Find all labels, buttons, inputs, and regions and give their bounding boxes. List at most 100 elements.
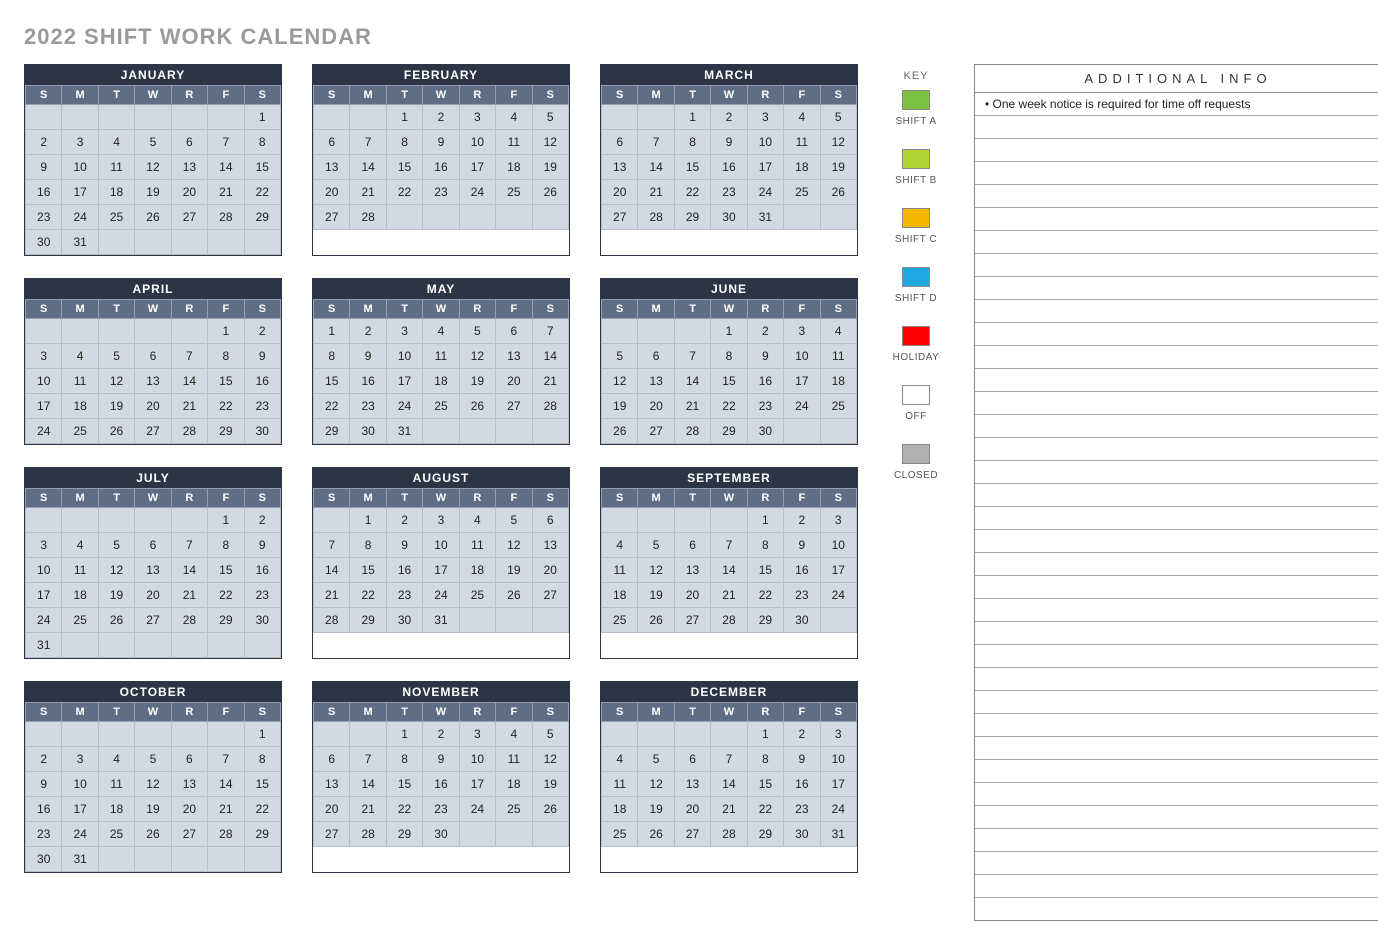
calendar-day-cell[interactable]: 26 [638,608,674,633]
info-row[interactable] [975,231,1378,254]
calendar-day-cell[interactable]: 24 [820,583,856,608]
calendar-day-cell[interactable]: 25 [62,608,98,633]
calendar-day-cell[interactable]: 6 [171,747,207,772]
info-row[interactable] [975,346,1378,369]
calendar-day-cell[interactable] [459,822,495,847]
calendar-day-cell[interactable]: 30 [784,822,820,847]
calendar-day-cell[interactable]: 21 [532,369,568,394]
calendar-day-cell[interactable]: 11 [423,344,459,369]
info-row[interactable] [975,898,1378,920]
calendar-day-cell[interactable]: 27 [602,205,638,230]
calendar-day-cell[interactable]: 9 [386,533,422,558]
calendar-day-cell[interactable]: 11 [602,558,638,583]
calendar-day-cell[interactable]: 18 [98,797,134,822]
calendar-day-cell[interactable]: 25 [784,180,820,205]
calendar-day-cell[interactable] [135,319,171,344]
calendar-day-cell[interactable]: 1 [674,105,710,130]
calendar-day-cell[interactable]: 15 [747,772,783,797]
calendar-day-cell[interactable]: 15 [314,369,350,394]
calendar-day-cell[interactable]: 10 [386,344,422,369]
calendar-day-cell[interactable]: 28 [638,205,674,230]
calendar-day-cell[interactable] [98,633,134,658]
calendar-day-cell[interactable]: 8 [747,533,783,558]
calendar-day-cell[interactable]: 8 [208,344,244,369]
calendar-day-cell[interactable]: 2 [244,319,280,344]
calendar-day-cell[interactable]: 14 [350,155,386,180]
calendar-day-cell[interactable]: 9 [423,130,459,155]
calendar-day-cell[interactable] [638,319,674,344]
calendar-day-cell[interactable]: 11 [784,130,820,155]
calendar-day-cell[interactable] [820,608,856,633]
calendar-day-cell[interactable]: 26 [532,797,568,822]
calendar-day-cell[interactable]: 18 [602,583,638,608]
calendar-day-cell[interactable] [496,822,532,847]
calendar-day-cell[interactable]: 7 [532,319,568,344]
calendar-day-cell[interactable]: 5 [98,533,134,558]
calendar-day-cell[interactable]: 25 [496,797,532,822]
calendar-day-cell[interactable]: 19 [459,369,495,394]
calendar-day-cell[interactable] [244,230,280,255]
calendar-day-cell[interactable]: 16 [26,797,62,822]
calendar-day-cell[interactable]: 12 [98,558,134,583]
calendar-day-cell[interactable]: 21 [350,180,386,205]
calendar-day-cell[interactable]: 28 [532,394,568,419]
calendar-day-cell[interactable] [98,722,134,747]
calendar-day-cell[interactable] [638,722,674,747]
calendar-day-cell[interactable]: 16 [784,558,820,583]
calendar-day-cell[interactable]: 30 [350,419,386,444]
calendar-day-cell[interactable]: 1 [314,319,350,344]
calendar-day-cell[interactable]: 22 [386,180,422,205]
calendar-day-cell[interactable]: 4 [602,747,638,772]
calendar-day-cell[interactable] [314,105,350,130]
calendar-day-cell[interactable]: 16 [711,155,747,180]
calendar-day-cell[interactable]: 4 [496,722,532,747]
calendar-day-cell[interactable] [820,205,856,230]
calendar-day-cell[interactable]: 5 [638,533,674,558]
calendar-day-cell[interactable]: 1 [386,105,422,130]
calendar-day-cell[interactable]: 7 [674,344,710,369]
calendar-day-cell[interactable]: 13 [314,155,350,180]
calendar-day-cell[interactable] [423,205,459,230]
calendar-day-cell[interactable]: 14 [171,558,207,583]
calendar-day-cell[interactable]: 14 [208,772,244,797]
calendar-day-cell[interactable]: 7 [711,533,747,558]
info-row[interactable] [975,737,1378,760]
calendar-day-cell[interactable]: 20 [171,180,207,205]
calendar-day-cell[interactable]: 19 [638,583,674,608]
calendar-day-cell[interactable]: 31 [62,847,98,872]
calendar-day-cell[interactable]: 18 [784,155,820,180]
calendar-day-cell[interactable]: 13 [314,772,350,797]
calendar-day-cell[interactable]: 30 [244,608,280,633]
calendar-day-cell[interactable]: 21 [711,797,747,822]
calendar-day-cell[interactable]: 30 [26,847,62,872]
info-row[interactable] [975,760,1378,783]
calendar-day-cell[interactable]: 6 [314,747,350,772]
calendar-day-cell[interactable]: 2 [747,319,783,344]
calendar-day-cell[interactable]: 22 [350,583,386,608]
info-row[interactable] [975,668,1378,691]
calendar-day-cell[interactable]: 13 [674,558,710,583]
calendar-day-cell[interactable]: 2 [784,508,820,533]
calendar-day-cell[interactable]: 5 [459,319,495,344]
calendar-day-cell[interactable]: 10 [26,369,62,394]
calendar-day-cell[interactable]: 18 [423,369,459,394]
calendar-day-cell[interactable] [171,230,207,255]
calendar-day-cell[interactable]: 8 [244,747,280,772]
calendar-day-cell[interactable]: 28 [171,608,207,633]
calendar-day-cell[interactable]: 14 [711,772,747,797]
calendar-day-cell[interactable]: 11 [62,558,98,583]
calendar-day-cell[interactable]: 5 [820,105,856,130]
calendar-day-cell[interactable] [459,608,495,633]
calendar-day-cell[interactable]: 16 [244,558,280,583]
info-row[interactable] [975,691,1378,714]
calendar-day-cell[interactable]: 20 [532,558,568,583]
calendar-day-cell[interactable]: 9 [26,155,62,180]
calendar-day-cell[interactable]: 28 [208,822,244,847]
calendar-day-cell[interactable]: 31 [62,230,98,255]
calendar-day-cell[interactable]: 14 [350,772,386,797]
calendar-day-cell[interactable]: 1 [244,722,280,747]
calendar-day-cell[interactable]: 24 [820,797,856,822]
calendar-day-cell[interactable]: 22 [208,583,244,608]
calendar-day-cell[interactable]: 16 [26,180,62,205]
calendar-day-cell[interactable]: 10 [820,747,856,772]
